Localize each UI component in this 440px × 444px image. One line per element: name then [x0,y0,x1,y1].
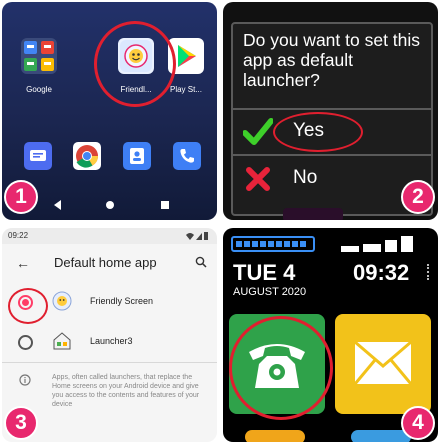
cross-icon [246,167,270,191]
highlight-ring [229,316,333,420]
launcher3-icon [53,332,71,350]
google-folder-icon[interactable] [21,38,57,74]
day-label: TUE 4 [233,260,296,285]
step-badge-2: 2 [401,180,435,214]
background-tile [283,208,343,220]
highlight-ring [94,21,176,107]
search-icon[interactable] [195,256,207,268]
dialog-question: Do you want to set this app as default l… [243,30,421,90]
signal-icon [341,236,413,252]
settings-panel: 09:22 ← Default home app Friendly Screen [2,228,217,442]
back-arrow-icon[interactable]: ← [16,255,30,271]
app-label-google: Google [26,85,52,94]
envelope-icon [353,340,413,385]
step-badge-4: 4 [401,406,435,440]
menu-dots-icon[interactable] [427,264,431,280]
back-icon[interactable] [54,200,61,210]
launcher-dialog-panel: Do you want to set this app as default l… [223,2,438,220]
yes-button[interactable]: Yes [233,108,431,154]
mail-tile[interactable] [335,314,431,414]
recents-icon[interactable] [161,201,169,209]
app-bar: ← Default home app [2,244,217,282]
step-badge-1: 1 [4,180,38,214]
radio-unselected[interactable] [18,335,33,350]
bottom-tile-left[interactable] [245,430,305,442]
home-screen-panel: Google Friendl... Play St... 1 [2,2,217,220]
launcher-home-panel: TUE 4 AUGUST 2020 09:32 4 [223,228,438,442]
highlight-ring [8,288,48,324]
chrome-icon[interactable] [73,142,101,170]
home-icon[interactable] [106,201,114,209]
status-bar: 09:22 [2,228,217,244]
checkmark-icon [243,118,273,145]
highlight-ring [273,112,363,152]
option-label: Launcher3 [90,336,133,346]
friendly-screen-app-icon [52,291,72,311]
contacts-icon[interactable] [123,142,151,170]
divider [2,362,217,363]
phone-icon[interactable] [173,142,201,170]
info-text: Apps, often called launchers, that repla… [52,374,200,408]
step-badge-3: 3 [4,406,38,440]
info-icon [19,374,31,386]
date-label: AUGUST 2020 [233,286,307,298]
bottom-tile-right[interactable] [351,430,411,442]
option-launcher3[interactable]: Launcher3 [2,326,217,358]
option-label: Friendly Screen [90,296,154,306]
no-label: No [293,167,318,188]
page-title: Default home app [54,255,157,270]
status-icons [186,232,208,240]
messages-icon[interactable] [24,142,52,170]
status-time: 09:22 [8,231,29,240]
clock: 09:32 [353,260,410,285]
battery-icon [231,236,315,252]
